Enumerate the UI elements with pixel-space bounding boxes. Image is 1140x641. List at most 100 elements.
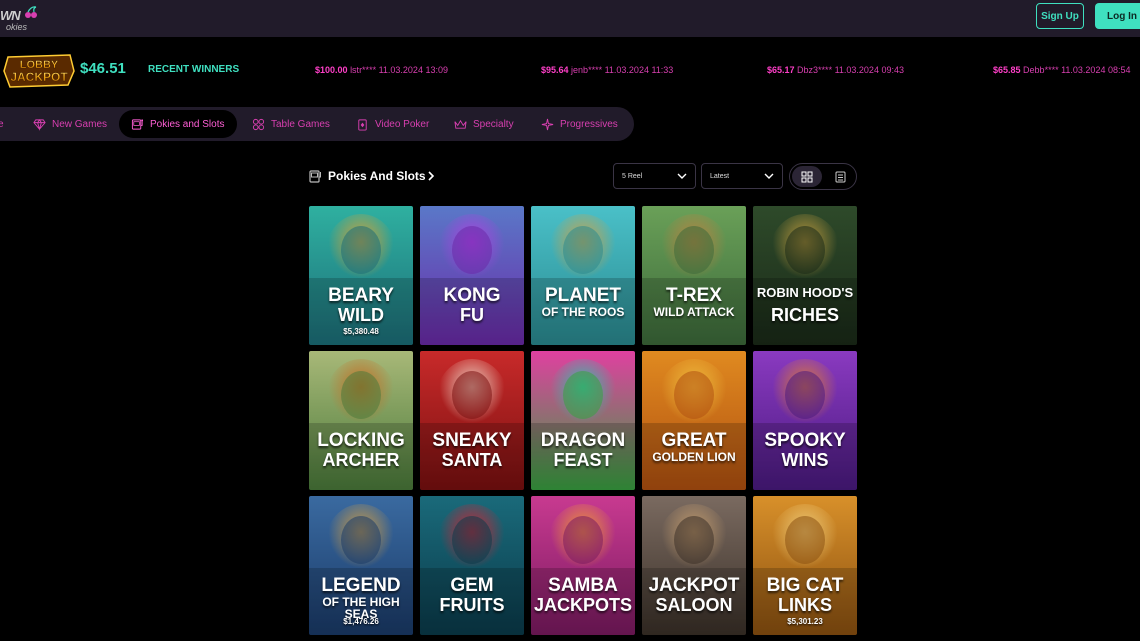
category-label: Pokies and Slots: [150, 118, 225, 130]
game-title-line2: FEAST: [553, 450, 613, 470]
winner-details: Dbz3**** 11.03.2024 09:43: [797, 65, 904, 75]
lobby-jackpot-badge: LOBBY JACKPOT: [3, 54, 75, 88]
category-label: Specialty: [473, 118, 514, 130]
game-title-line1: SAMBA: [548, 575, 618, 596]
category-label: Table Games: [271, 118, 330, 130]
logo-text: WN: [0, 8, 21, 23]
cherry-icon: [25, 6, 37, 18]
category-progressives[interactable]: Progressives: [541, 107, 618, 141]
list-icon: [835, 171, 845, 182]
game-title-line1: KONG: [443, 285, 501, 306]
game-tile[interactable]: GEM FRUITS: [420, 496, 524, 635]
winner-entry: $100.00 lstr**** 11.03.2024 13:09: [315, 65, 448, 75]
logo-subtext: okies: [6, 22, 28, 32]
game-artwork: [642, 351, 746, 490]
game-tile[interactable]: ROBIN HOOD'S RICHES: [753, 206, 857, 345]
chevron-down-icon: [677, 173, 687, 179]
game-tile[interactable]: JACKPOT SALOON: [642, 496, 746, 635]
game-tile[interactable]: SPOOKY WINS: [753, 351, 857, 490]
game-tile[interactable]: BEARY WILD $5,380.48: [309, 206, 413, 345]
chevron-right-icon[interactable]: [426, 171, 436, 181]
chips-icon: [252, 118, 265, 130]
diamond-icon: [33, 118, 46, 131]
game-title-line1: ROBIN HOOD'S: [756, 285, 854, 300]
game-tile[interactable]: LEGEND OF THE HIGH SEAS $1,476.26: [309, 496, 413, 635]
winner-amount: $65.85: [993, 65, 1021, 75]
game-tile[interactable]: PLANET OF THE ROOS: [531, 206, 635, 345]
game-title-line1: GREAT: [661, 430, 727, 451]
category-label: Video Poker: [375, 118, 430, 130]
game-tile[interactable]: DRAGON FEAST: [531, 351, 635, 490]
crown-icon: [454, 119, 467, 129]
game-tile[interactable]: KONG FU: [420, 206, 524, 345]
game-jackpot-amount: $5,380.48: [343, 327, 379, 336]
game-title-line2: FU: [460, 305, 484, 325]
game-title-line1: PLANET: [545, 285, 621, 306]
game-title-line2: ARCHER: [322, 450, 400, 470]
game-tile[interactable]: SNEAKY SANTA: [420, 351, 524, 490]
game-title-line2: WILD ATTACK: [653, 305, 735, 319]
game-tile[interactable]: LOCKING ARCHER: [309, 351, 413, 490]
game-title-line1: SNEAKY: [432, 430, 512, 451]
game-title-line2: WILD: [338, 305, 384, 325]
sort-select[interactable]: Latest: [701, 163, 783, 189]
category-nav: e New Games Pokies and Slots Table Games…: [0, 107, 634, 141]
game-tile[interactable]: SAMBA JACKPOTS: [531, 496, 635, 635]
game-title-line2: FRUITS: [439, 595, 505, 615]
sparkle-icon: [541, 118, 554, 130]
jackpot-amount: $46.51: [80, 60, 126, 77]
log-in-button[interactable]: Log In: [1095, 3, 1140, 29]
game-title-line1: GEM: [450, 575, 494, 596]
chevron-down-icon: [764, 173, 774, 179]
category-new-games[interactable]: New Games: [33, 107, 107, 141]
game-title-line1: LEGEND: [321, 575, 401, 596]
game-tile[interactable]: BIG CAT LINKS $5,301.23: [753, 496, 857, 635]
game-title-line2: WINS: [781, 450, 829, 470]
cards-icon: [358, 118, 367, 131]
site-logo[interactable]: WN okies: [0, 2, 40, 34]
category-home[interactable]: e: [0, 107, 4, 141]
sort-value: Latest: [710, 172, 730, 180]
game-artwork: [531, 206, 635, 345]
winner-entry: $65.17 Dbz3**** 11.03.2024 09:43: [767, 65, 904, 75]
winner-amount: $95.64: [541, 65, 569, 75]
category-label: Progressives: [560, 118, 618, 130]
section-title[interactable]: Pokies And Slots: [328, 169, 426, 183]
jackpot-badge-line2: JACKPOT: [10, 70, 68, 84]
top-bar: WN okies Sign Up Log In: [0, 0, 1140, 37]
game-title-line2: JACKPOTS: [533, 595, 632, 615]
game-title-line1: LOCKING: [317, 430, 405, 451]
game-title-line2: GOLDEN LION: [652, 450, 736, 464]
winner-entry: $65.85 Debb**** 11.03.2024 08:54: [993, 65, 1130, 75]
recent-winners-label: RECENT WINNERS: [148, 64, 240, 75]
category-label: e: [0, 118, 4, 130]
game-tile[interactable]: GREAT GOLDEN LION: [642, 351, 746, 490]
game-jackpot-amount: $5,301.23: [787, 617, 823, 626]
winner-entry: $95.64 jenb**** 11.03.2024 11:33: [541, 65, 673, 75]
grid-icon: [801, 171, 813, 182]
category-specialty[interactable]: Specialty: [454, 107, 514, 141]
sign-up-button[interactable]: Sign Up: [1036, 3, 1084, 29]
winner-amount: $100.00: [315, 65, 348, 75]
category-table-games[interactable]: Table Games: [252, 107, 330, 141]
winner-details: Debb**** 11.03.2024 08:54: [1023, 65, 1131, 75]
game-title-line2: SANTA: [441, 450, 503, 470]
game-title-line1: BIG CAT: [766, 575, 844, 596]
winner-amount: $65.17: [767, 65, 795, 75]
category-video-poker[interactable]: Video Poker: [356, 107, 429, 141]
game-title-line1: T-REX: [666, 285, 722, 306]
game-title-line2: SALOON: [655, 595, 733, 615]
grid-view-button[interactable]: [792, 166, 822, 187]
game-jackpot-amount: $1,476.26: [343, 617, 379, 626]
game-title-line1: SPOOKY: [764, 430, 846, 451]
game-title-line1: DRAGON: [540, 430, 626, 451]
list-view-button[interactable]: [826, 166, 854, 187]
game-title-line2: OF THE ROOS: [541, 305, 625, 319]
reel-filter-select[interactable]: 5 Reel: [613, 163, 696, 189]
category-pokies-and-slots[interactable]: Pokies and Slots: [119, 110, 237, 138]
game-tile[interactable]: T-REX WILD ATTACK: [642, 206, 746, 345]
game-title-line2: RICHES: [770, 305, 839, 325]
game-title-line1: BEARY: [328, 285, 394, 306]
slot-machine-icon: [309, 170, 321, 183]
slot-machine-icon: [131, 118, 144, 130]
